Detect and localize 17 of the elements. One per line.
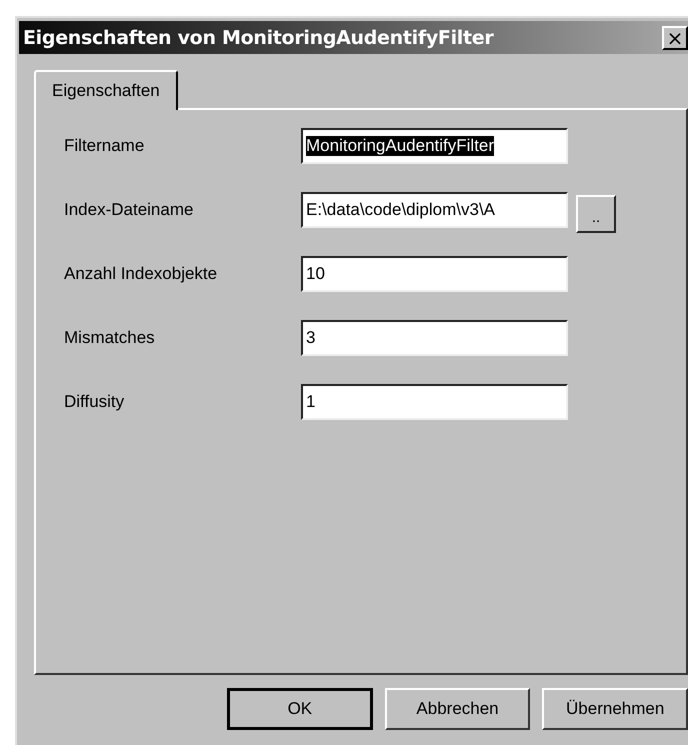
text-field[interactable]: 10: [301, 256, 568, 292]
dialog-button[interactable]: Übernehmen: [542, 688, 688, 730]
window-title: Eigenschaften von MonitoringAudentifyFilter: [23, 26, 494, 48]
field-label: Mismatches: [64, 328, 156, 348]
text-field[interactable]: 1: [301, 384, 568, 420]
tab[interactable]: Eigenschaften: [34, 70, 178, 110]
field-label: Filtername: [64, 136, 146, 156]
text-field[interactable]: MonitoringAudentifyFilter: [301, 128, 568, 164]
text-field[interactable]: E:\data\code\diplom\v3\A: [301, 192, 568, 228]
field-label: Anzahl Indexobjekte: [64, 264, 218, 284]
field-label: Diffusity: [64, 392, 126, 412]
dialog-button[interactable]: OK: [227, 688, 373, 730]
text-field[interactable]: 3: [301, 320, 568, 356]
close-button[interactable]: ×: [662, 26, 688, 50]
field-label: Index-Dateiname: [64, 200, 194, 220]
dialog-button[interactable]: Abbrechen: [384, 688, 530, 730]
browse-button[interactable]: ..: [576, 195, 616, 233]
